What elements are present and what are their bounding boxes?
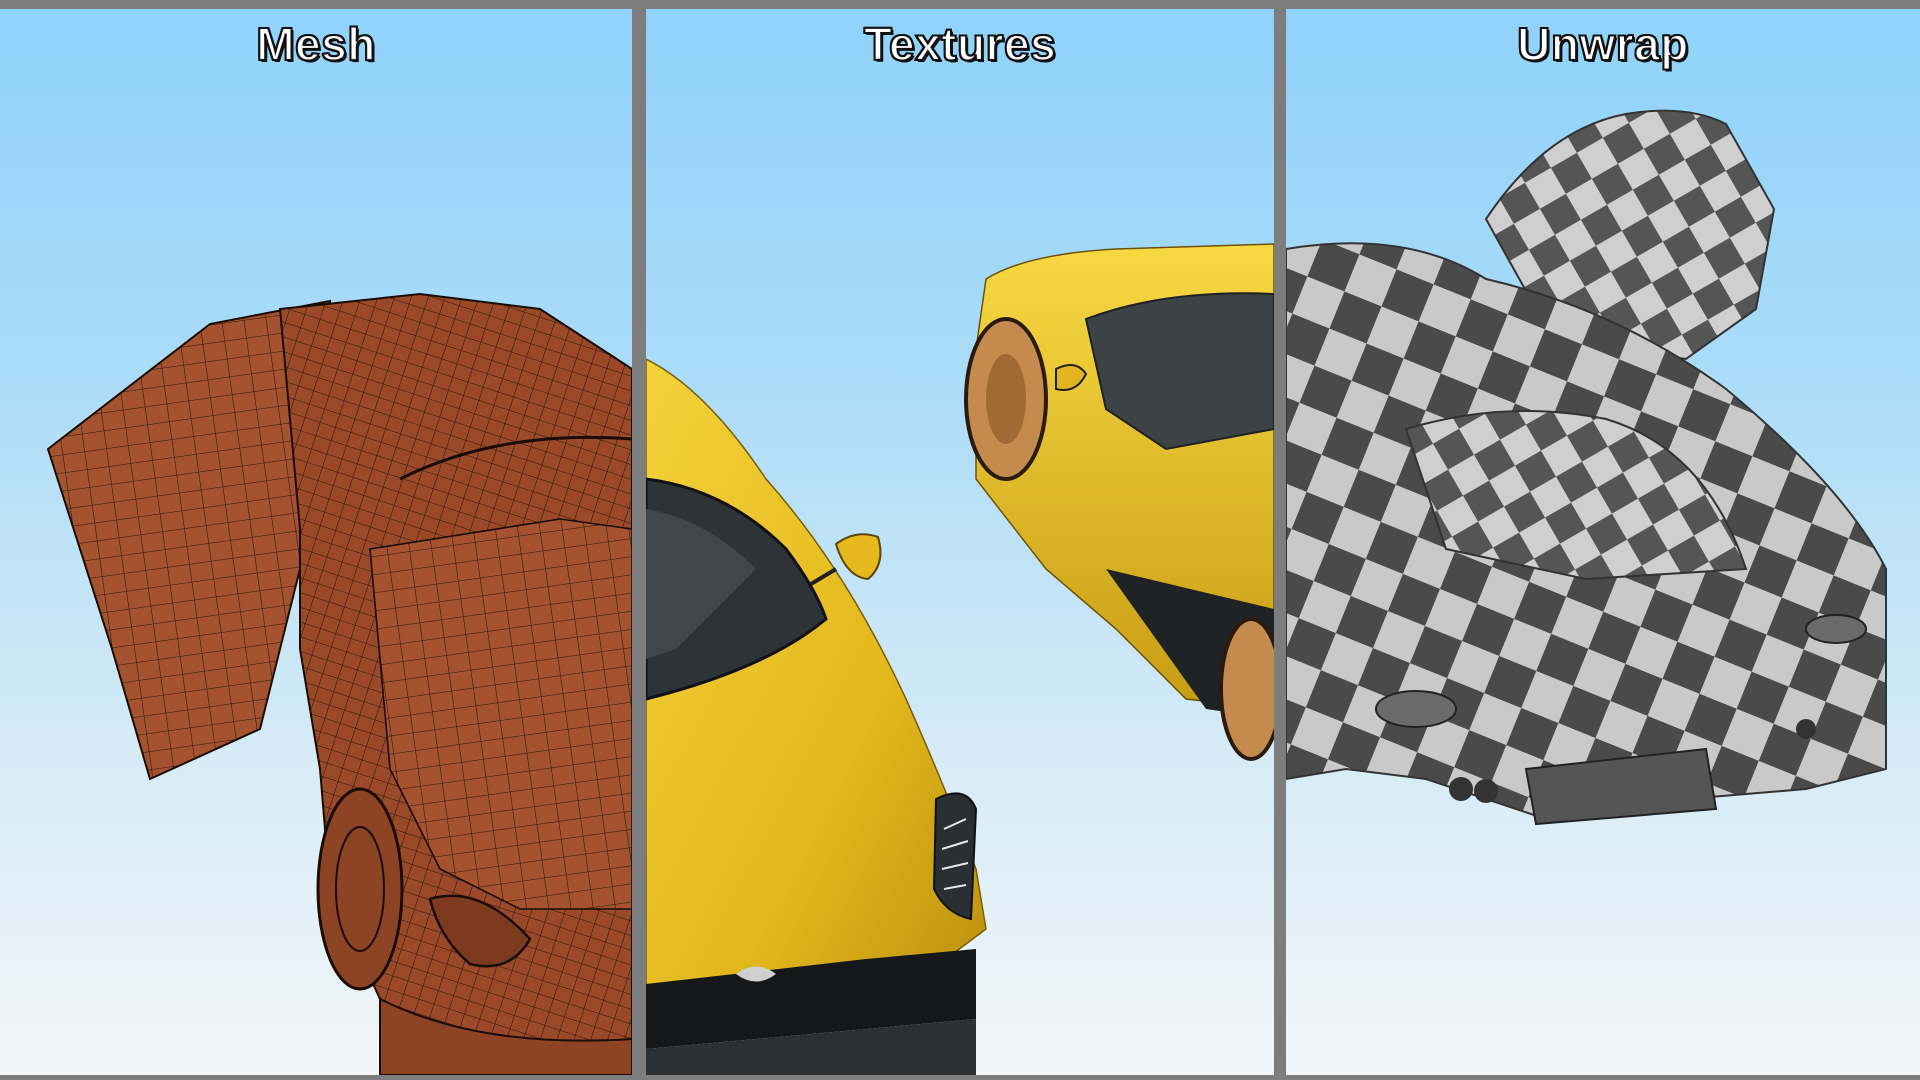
textured-car-render — [646, 243, 1274, 1075]
textures-panel: Textures — [646, 9, 1274, 1075]
uv-checker-car-render — [1286, 109, 1887, 826]
unwrap-panel-title: Unwrap — [1516, 17, 1689, 71]
textures-panel-title: Textures — [863, 17, 1057, 71]
wireframe-car-render — [46, 292, 632, 1075]
unwrap-panel: Unwrap — [1286, 9, 1920, 1075]
mesh-panel-title: Mesh — [255, 17, 376, 71]
mesh-panel: Mesh — [0, 9, 632, 1075]
